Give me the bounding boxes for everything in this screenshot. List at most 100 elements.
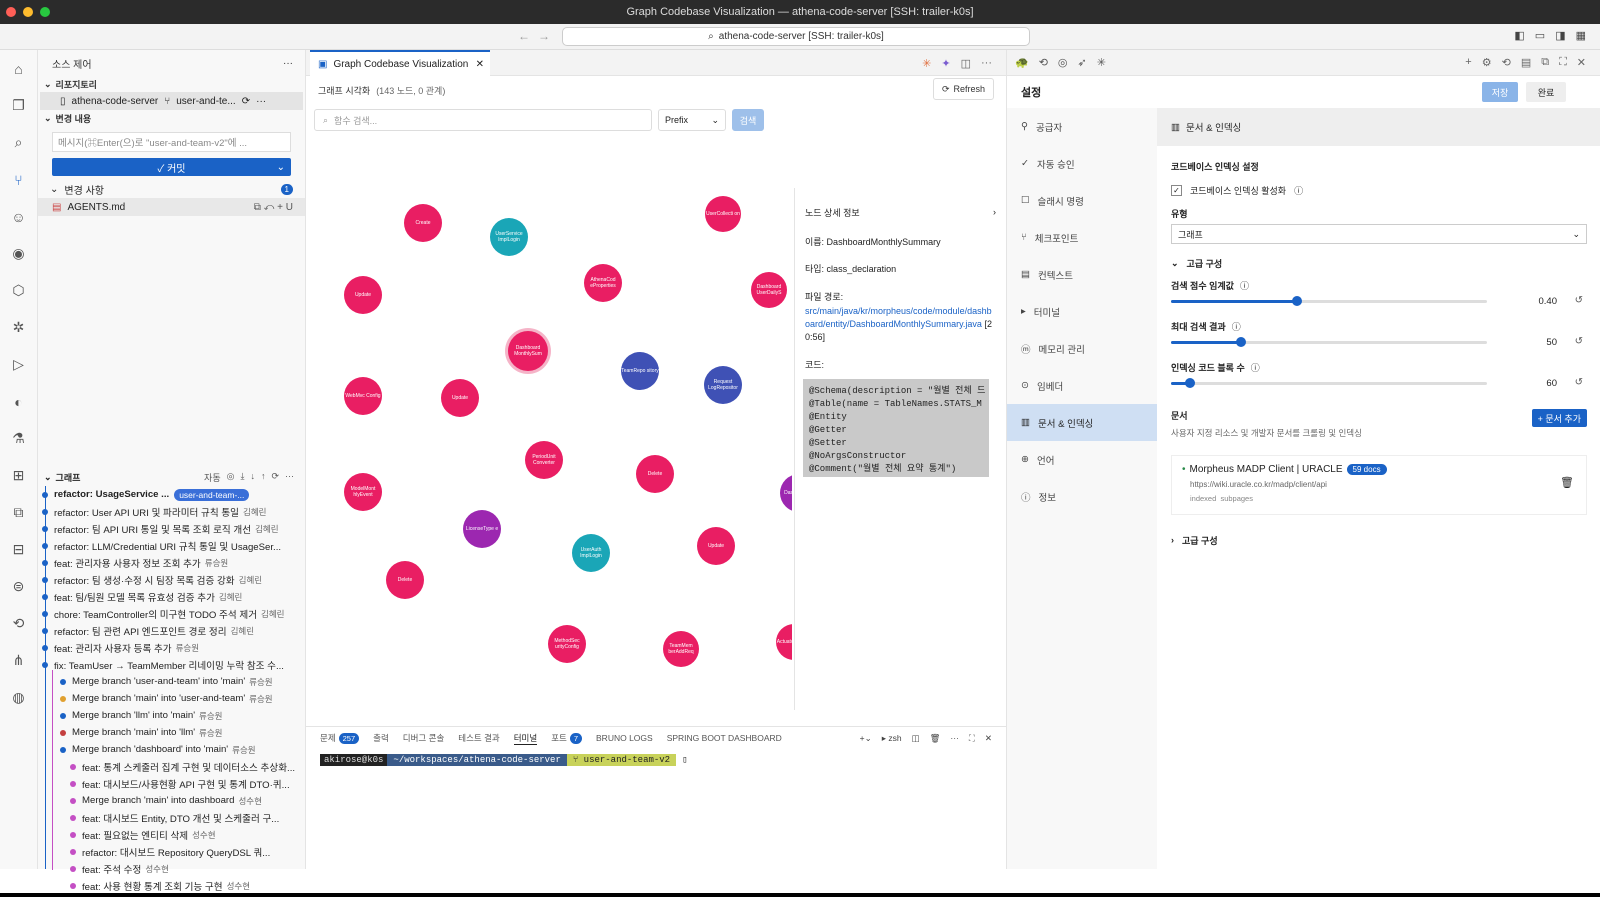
claude-icon[interactable]: ✳: [922, 57, 931, 70]
reset-icon[interactable]: ↺: [1575, 336, 1583, 347]
extensions-icon[interactable]: ⊞: [0, 457, 37, 494]
database-icon[interactable]: ⊟: [0, 531, 37, 568]
file-actions[interactable]: ⧉ ↶ + U: [254, 202, 293, 213]
graph-commit-row[interactable]: feat: 주석 수정 성수현: [38, 860, 306, 877]
close-icon[interactable]: ✕: [985, 733, 992, 744]
command-center-search[interactable]: ⌕ athena-code-server [SSH: trailer-k0s]: [562, 27, 1030, 46]
graph-node[interactable]: Dashboard MonthlySum: [508, 331, 548, 371]
graph-auto-toggle[interactable]: 자동: [204, 471, 221, 484]
advanced-toggle-2[interactable]: › 고급 구성: [1157, 529, 1600, 551]
graph-commit-row[interactable]: refactor: 팀 API URI 통일 및 목록 조회 로직 개선 김혜린: [38, 520, 306, 537]
graph-commit-row[interactable]: feat: 팀/팀원 모델 목록 유효성 검증 추가 김혜린: [38, 588, 306, 605]
file-path-link[interactable]: src/main/java/kr/morpheus/code/module/da…: [805, 306, 992, 329]
graph-commit-row[interactable]: refactor: 팀 생성·수정 시 팀장 목록 검증 강화 김혜린: [38, 571, 306, 588]
graph-commit-row[interactable]: feat: 필요없는 엔티티 삭제 성수현: [38, 826, 306, 843]
graph-commit-row[interactable]: feat: 대시보드/사용현황 API 구현 및 통계 DTO·퀴...: [38, 775, 306, 792]
graph-commit-row[interactable]: Merge branch 'user-and-team' into 'main'…: [38, 673, 306, 690]
graph-node[interactable]: AthenaCod eProperties: [584, 264, 622, 302]
new-terminal-icon[interactable]: +⌄: [860, 733, 872, 744]
graph-commit-row[interactable]: feat: 대시보드 Entity, DTO 개선 및 스케줄러 구...: [38, 809, 306, 826]
more-icon[interactable]: ···: [950, 733, 959, 744]
graph-node[interactable]: MethodSec urityConfig: [548, 625, 586, 663]
graph-node[interactable]: Create: [404, 204, 442, 242]
gear-icon[interactable]: ⚙: [1482, 56, 1492, 69]
docker-icon[interactable]: ⧉: [0, 494, 37, 531]
pull-icon[interactable]: ↓: [250, 471, 255, 484]
settings-nav-item[interactable]: ☐ 슬래시 명령: [1007, 182, 1157, 219]
graph-commit-row[interactable]: fix: TeamUser → TeamMember 리네이밍 누락 참조 수.…: [38, 656, 306, 673]
type-select[interactable]: 그래프 ⌄: [1171, 224, 1587, 244]
function-search-input[interactable]: ⌕ 함수 검색...: [314, 109, 652, 131]
info-icon[interactable]: ⓘ: [1294, 184, 1303, 197]
save-button[interactable]: 저장: [1482, 82, 1518, 102]
terminal-prompt[interactable]: akirose@k0s ~/workspaces/athena-code-serv…: [306, 751, 1006, 769]
repositories-header[interactable]: ⌄ 리포지토리: [38, 76, 305, 92]
close-icon[interactable]: ✕: [476, 59, 484, 70]
chevron-right-icon[interactable]: ›: [993, 207, 996, 217]
split-editor-icon[interactable]: ◫: [961, 57, 971, 70]
graph-node[interactable]: WebMvc Config: [344, 377, 382, 415]
tab-graph-visualization[interactable]: ▣ Graph Codebase Visualization ✕: [310, 50, 490, 76]
graph-node[interactable]: Dashb Month: [780, 474, 792, 512]
graph-commit-row[interactable]: refactor: LLM/Credential URI 규칙 통일 및 Usa…: [38, 537, 306, 554]
bird-icon[interactable]: ➶: [1078, 56, 1087, 69]
slider[interactable]: [1171, 294, 1487, 308]
graph-commit-row[interactable]: feat: 사용 현황 통계 조회 기능 구현 성수현: [38, 877, 306, 893]
graph-commit-row[interactable]: Merge branch 'dashboard' into 'main' 류승원: [38, 741, 306, 758]
graph-node[interactable]: Update: [697, 527, 735, 565]
more-icon[interactable]: ···: [283, 58, 293, 69]
graph-node[interactable]: Delete: [636, 455, 674, 493]
graph-commit-row[interactable]: chore: TeamController의 미구현 TODO 주석 제거 김혜린: [38, 605, 306, 622]
history-icon[interactable]: ⟲: [1502, 56, 1511, 69]
edge-icon[interactable]: ◐: [0, 383, 37, 420]
layout-secondary-icon[interactable]: ◨: [1555, 29, 1565, 42]
package-icon[interactable]: ⬡: [0, 272, 37, 309]
graph-commit-row[interactable]: refactor: 팀 관련 API 엔드포인트 경로 정리 김혜린: [38, 622, 306, 639]
remote-explorer-icon[interactable]: ⌂: [0, 50, 37, 87]
kubernetes-icon[interactable]: ✲: [0, 309, 37, 346]
explorer-icon[interactable]: ❐: [0, 87, 37, 124]
nav-arrows[interactable]: ←→: [518, 29, 558, 43]
graph-commit-row[interactable]: Merge branch 'main' into 'user-and-team'…: [38, 690, 306, 707]
changes-group[interactable]: ⌄ 변경 사항 1: [38, 180, 305, 198]
search-view-icon[interactable]: ⌕: [0, 124, 37, 161]
graph-node[interactable]: Dashboard UserDailyS: [751, 272, 787, 308]
graph-commit-row[interactable]: refactor: 대시보드 Repository QueryDSL 쿼...: [38, 843, 306, 860]
graph-node[interactable]: ModelMont hlyEvent: [344, 473, 382, 511]
github-icon[interactable]: ◉: [0, 235, 37, 272]
popout-icon[interactable]: ⧉: [1541, 56, 1549, 69]
gitlens-icon[interactable]: ⊜: [0, 568, 37, 605]
reset-icon[interactable]: ↺: [1575, 295, 1583, 306]
settings-nav-item[interactable]: ⓜ 메모리 관리: [1007, 330, 1157, 367]
close-icon[interactable]: ✕: [1577, 56, 1586, 69]
graph-commit-row[interactable]: Merge branch 'llm' into 'main' 류승원: [38, 707, 306, 724]
graph-node[interactable]: Update: [441, 379, 479, 417]
history-icon[interactable]: ⟲: [0, 605, 37, 642]
gemini-icon[interactable]: ✦: [941, 57, 950, 70]
copilot-icon[interactable]: ☺: [0, 198, 37, 235]
maximize-icon[interactable]: ⛶: [969, 733, 975, 744]
graph-commit-row[interactable]: feat: 관리자 사용자 등록 추가 류승원: [38, 639, 306, 656]
info-icon[interactable]: ⓘ: [1232, 320, 1241, 333]
graph-header[interactable]: ⌄ 그래프 자동 ◎ ⤓ ↓ ↑ ⟳ ···: [38, 469, 306, 485]
tab-output[interactable]: 출력: [373, 732, 389, 744]
prefix-select[interactable]: Prefix ⌄: [658, 109, 726, 131]
testing-icon[interactable]: ⚗: [0, 420, 37, 457]
doc-card[interactable]: • Morpheus MADP Client | URACLE 59 docs ht…: [1171, 455, 1587, 515]
layout-panel-icon[interactable]: ▭: [1535, 29, 1545, 42]
settings-nav-item[interactable]: ▥ 문서 & 인덱싱: [1007, 404, 1157, 441]
done-button[interactable]: 완료: [1526, 82, 1566, 102]
info-icon[interactable]: ⓘ: [1240, 279, 1249, 292]
settings-nav-item[interactable]: ⚲ 공급자: [1007, 108, 1157, 145]
trash-icon[interactable]: 🗑: [930, 733, 941, 744]
settings-nav-item[interactable]: ⓘ 정보: [1007, 478, 1157, 515]
commit-message-input[interactable]: 메시지(⌘Enter(으)로 "user-and-team-v2"에 ...: [52, 132, 291, 152]
loop-icon[interactable]: ⟲: [1039, 56, 1048, 69]
ai-agent-icon[interactable]: ◍: [0, 679, 37, 716]
info-icon[interactable]: ⓘ: [1251, 361, 1260, 374]
advanced-toggle[interactable]: ⌄ 고급 구성: [1157, 252, 1600, 274]
graph-node[interactable]: TeamRepo sitory: [621, 352, 659, 390]
search-button[interactable]: 검색: [732, 109, 764, 131]
changes-header[interactable]: ⌄ 변경 내용: [38, 110, 305, 126]
graph-node[interactable]: Actuator Config: [776, 624, 792, 660]
